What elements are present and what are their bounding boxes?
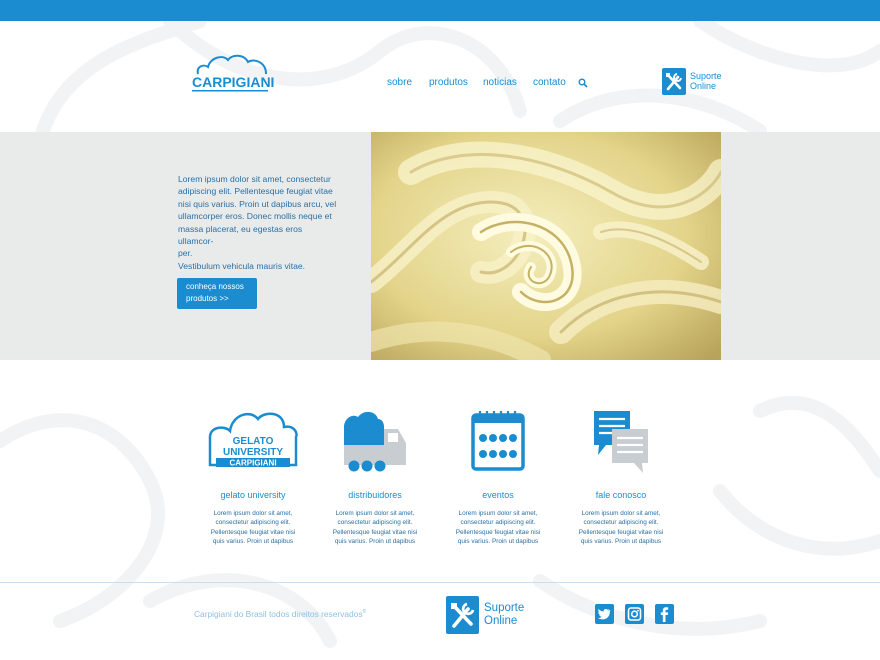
feature-desc-line: quis varius. Proin ut dapibus bbox=[580, 538, 662, 546]
support-label-line1: Suporte bbox=[690, 71, 722, 81]
hero-line: per. bbox=[178, 248, 193, 259]
top-color-bar bbox=[0, 0, 880, 21]
instagram-icon[interactable] bbox=[625, 604, 644, 624]
feature-desc-line: consectetur adipiscing elit. bbox=[215, 519, 291, 527]
chat-bubbles-icon bbox=[594, 411, 648, 473]
footer-divider bbox=[0, 582, 880, 583]
logo-cloud-icon bbox=[196, 54, 267, 75]
calendar-icon bbox=[471, 411, 525, 471]
search-icon[interactable] bbox=[578, 78, 588, 88]
feature-desc-line: Pellentesque feugiat vitae nisi bbox=[210, 528, 296, 536]
copyright-text: Carpigiani do Brasil todos direitos rese… bbox=[194, 609, 363, 619]
feature-desc-line: Pellentesque feugiat vitae nisi bbox=[332, 528, 418, 536]
feature-title[interactable]: eventos bbox=[443, 490, 553, 500]
footer-support-line2: Online bbox=[484, 614, 518, 627]
footer-support-label: Suporte Online bbox=[484, 602, 524, 627]
hero-line: ullamcorper eros. Donec mollis neque et bbox=[178, 211, 332, 222]
nav-sobre[interactable]: sobre bbox=[387, 77, 412, 88]
feature-desc-line: Lorem ipsum dolor sit amet, bbox=[458, 510, 538, 517]
feature-desc-line: quis varius. Proin ut dapibus bbox=[212, 538, 294, 546]
footer-support-online-link[interactable]: Suporte Online bbox=[446, 596, 536, 636]
feature-description: Lorem ipsum dolor sit amet, consectetur … bbox=[198, 509, 308, 547]
products-button[interactable]: conheça nossos produtos >> bbox=[177, 278, 257, 309]
facebook-icon[interactable] bbox=[655, 604, 674, 624]
feature-title[interactable]: distribuidores bbox=[320, 490, 430, 500]
feature-desc-line: Lorem ipsum dolor sit amet, bbox=[335, 510, 415, 517]
hero-line: nisi quis varius. Proin ut dapibus arcu,… bbox=[178, 198, 337, 209]
footer-support-line1: Suporte bbox=[484, 602, 525, 614]
nav-contato[interactable]: contato bbox=[533, 77, 566, 88]
feature-desc-line: Lorem ipsum dolor sit amet, bbox=[581, 510, 661, 517]
feature-desc-line: consectetur adipiscing elit. bbox=[460, 519, 536, 527]
hero-line: Lorem ipsum dolor sit amet, consectetur bbox=[178, 174, 331, 184]
nav-produtos[interactable]: produtos bbox=[429, 77, 468, 88]
delivery-truck-icon bbox=[344, 411, 406, 472]
registered-mark: ® bbox=[362, 609, 367, 616]
twitter-icon[interactable] bbox=[595, 604, 614, 624]
gelato-hero-image bbox=[371, 132, 721, 360]
feature-desc-line: consectetur adipiscing elit. bbox=[583, 519, 659, 527]
products-button-line2: produtos >> bbox=[186, 294, 229, 303]
gelato-university-logo-icon: GELATO UNIVERSITY CARPIGIANI bbox=[208, 412, 298, 468]
feature-title[interactable]: gelato university bbox=[198, 490, 308, 500]
feature-desc-line: Pellentesque feugiat vitae nisi bbox=[455, 528, 541, 536]
support-label-line2: Online bbox=[690, 81, 717, 91]
copyright-notice: Carpigiani do Brasil todos direitos rese… bbox=[194, 609, 366, 619]
hero-line: adipiscing elit. Pellentesque feugiat vi… bbox=[178, 186, 333, 197]
feature-desc-line: quis varius. Proin ut dapibus bbox=[457, 538, 539, 546]
hero-line: Vestibulum vehicula mauris vitae. bbox=[178, 260, 306, 271]
gelato-logo-line3: CARPIGIANI bbox=[229, 459, 276, 468]
logo-underline bbox=[192, 90, 268, 92]
hero-description: Lorem ipsum dolor sit amet, consectetur … bbox=[178, 173, 338, 272]
carpigiani-logo[interactable]: CARPIGIANI bbox=[192, 54, 275, 94]
feature-desc-line: Lorem ipsum dolor sit amet, bbox=[213, 510, 293, 517]
tools-icon bbox=[662, 68, 686, 95]
products-button-line1: conheça nossos bbox=[186, 282, 244, 291]
feature-description: Lorem ipsum dolor sit amet, consectetur … bbox=[320, 509, 430, 547]
logo-wordmark: CARPIGIANI bbox=[192, 74, 275, 90]
tools-icon bbox=[446, 596, 479, 634]
feature-title[interactable]: fale conosco bbox=[566, 490, 676, 500]
feature-desc-line: consectetur adipiscing elit. bbox=[337, 519, 413, 527]
support-label: Suporte Online bbox=[690, 71, 722, 91]
gelato-logo-line2: UNIVERSITY bbox=[223, 447, 283, 458]
feature-desc-line: quis varius. Proin ut dapibus bbox=[334, 538, 416, 546]
hero-line: massa placerat, eu egestas eros ullamcor… bbox=[178, 223, 303, 247]
nav-noticias[interactable]: noticias bbox=[483, 77, 517, 88]
feature-desc-line: Pellentesque feugiat vitae nisi bbox=[578, 528, 664, 536]
feature-description: Lorem ipsum dolor sit amet, consectetur … bbox=[566, 509, 676, 547]
gelato-logo-line1: GELATO bbox=[233, 436, 274, 447]
feature-description: Lorem ipsum dolor sit amet, consectetur … bbox=[443, 509, 553, 547]
